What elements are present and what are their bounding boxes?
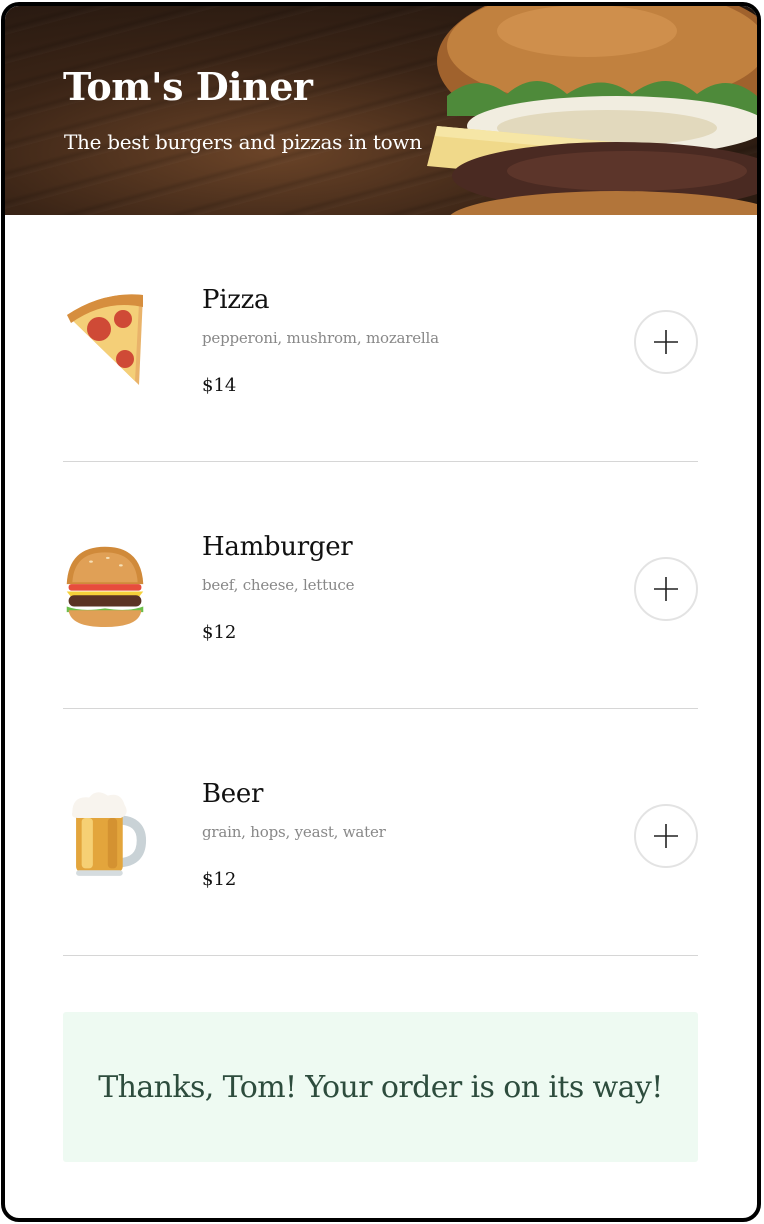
burger-photo bbox=[427, 6, 757, 215]
order-confirmation: Thanks, Tom! Your order is on its way! bbox=[63, 1012, 698, 1162]
menu-item-price: $14 bbox=[202, 375, 237, 396]
plus-icon bbox=[654, 577, 678, 601]
menu-item-name: Pizza bbox=[202, 285, 270, 315]
hamburger-icon bbox=[63, 536, 147, 634]
menu-item-price: $12 bbox=[202, 622, 237, 643]
add-beer-button[interactable] bbox=[634, 804, 698, 868]
menu-item-hamburger: Hamburger beef, cheese, lettuce $12 bbox=[63, 462, 698, 709]
menu-item-beer: Beer grain, hops, yeast, water $12 bbox=[63, 709, 698, 956]
menu-item-ingredients: grain, hops, yeast, water bbox=[202, 823, 386, 841]
app-frame: Tom's Diner The best burgers and pizzas … bbox=[1, 2, 761, 1222]
menu-item-name: Hamburger bbox=[202, 532, 353, 562]
page-subtitle: The best burgers and pizzas in town bbox=[64, 130, 422, 154]
pizza-slice-icon bbox=[63, 289, 147, 387]
beer-mug-icon bbox=[63, 783, 147, 881]
order-confirmation-message: Thanks, Tom! Your order is on its way! bbox=[98, 1069, 663, 1105]
menu-item-pizza: Pizza pepperoni, mushrom, mozarella $14 bbox=[63, 215, 698, 462]
add-pizza-button[interactable] bbox=[634, 310, 698, 374]
menu-item-price: $12 bbox=[202, 869, 237, 890]
menu-item-ingredients: beef, cheese, lettuce bbox=[202, 576, 355, 594]
menu-item-ingredients: pepperoni, mushrom, mozarella bbox=[202, 329, 439, 347]
add-hamburger-button[interactable] bbox=[634, 557, 698, 621]
menu-item-name: Beer bbox=[202, 779, 264, 809]
menu-list: Pizza pepperoni, mushrom, mozarella $14 bbox=[63, 215, 698, 956]
page-title: Tom's Diner bbox=[63, 64, 313, 109]
plus-icon bbox=[654, 330, 678, 354]
hero-header: Tom's Diner The best burgers and pizzas … bbox=[5, 6, 757, 215]
plus-icon bbox=[654, 824, 678, 848]
